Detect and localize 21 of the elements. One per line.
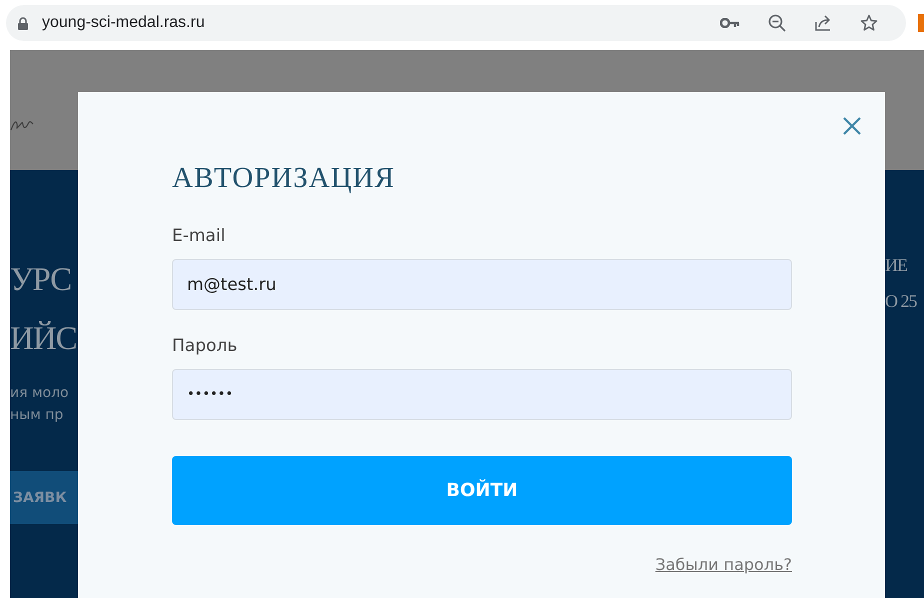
hero-text: ным пр	[10, 406, 64, 425]
hero-text: ия моло	[10, 384, 69, 403]
forgot-password-link[interactable]: Забыли пароль?	[655, 555, 792, 574]
field-label: E-mail	[172, 226, 226, 246]
close-button[interactable]	[842, 116, 862, 136]
password-field[interactable]: ••••••	[172, 369, 792, 420]
zoom-out-icon[interactable]	[768, 14, 786, 32]
email-field[interactable]: m@test.ru	[172, 259, 792, 310]
url-text: young-sci-medal.ras.ru	[42, 14, 205, 32]
star-icon[interactable]	[860, 14, 878, 32]
hero-heading: УРС	[10, 264, 72, 297]
dialog-title: АВТОРИЗАЦИЯ	[172, 163, 396, 193]
key-icon[interactable]	[720, 18, 740, 28]
hero-heading: О 25	[885, 292, 916, 310]
address-bar[interactable]: young-sci-medal.ras.ru	[6, 5, 906, 41]
lock-icon	[18, 16, 28, 30]
share-icon[interactable]	[814, 14, 832, 32]
field-label: Пароль	[172, 336, 238, 356]
close-icon	[842, 116, 862, 136]
hero-heading: ИЕ	[885, 256, 907, 274]
hero-heading: ИЙС	[10, 323, 77, 356]
